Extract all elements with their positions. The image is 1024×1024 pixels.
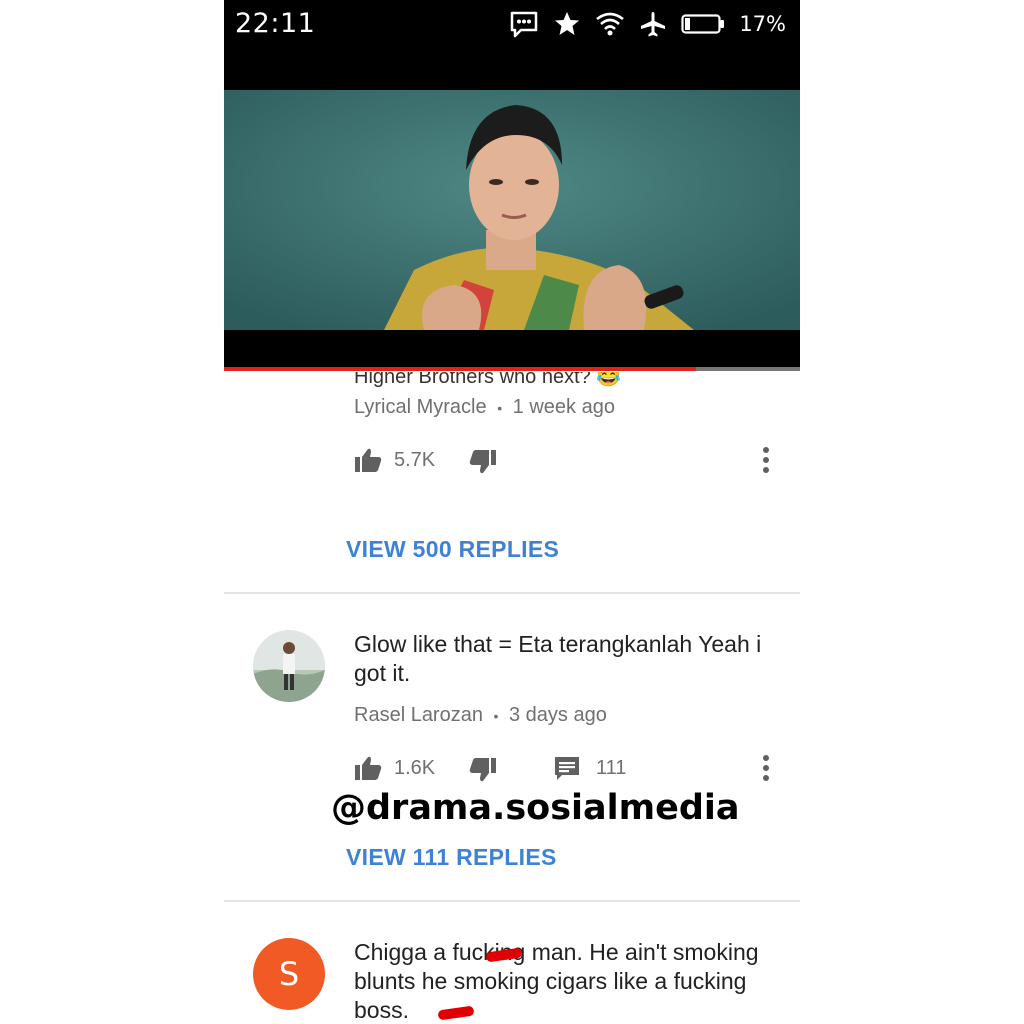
- meta-separator: •: [493, 707, 499, 724]
- more-vert-icon: [763, 447, 769, 473]
- comment-1-meta: Lyrical Myracle • 1 week ago: [354, 396, 615, 419]
- comment-2-like-count: 1.6K: [394, 756, 436, 779]
- meta-separator: •: [497, 399, 503, 416]
- wifi-icon: [596, 12, 625, 36]
- phone-screen: 22:11 17% Higher Brothers who next? 😂 Ly…: [224, 0, 800, 1024]
- comment-2-like-button[interactable]: 1.6K: [354, 755, 435, 781]
- avatar-rasel-larozan[interactable]: [253, 630, 325, 702]
- comment-2-time: 3 days ago: [509, 704, 607, 726]
- message-icon: [511, 11, 538, 38]
- comment-2-reply-count: 111: [596, 756, 627, 779]
- comment-2-text: Glow like that = Eta terangkanlah Yeah i…: [354, 631, 762, 686]
- view-replies-link-1[interactable]: VIEW 500 REPLIES: [346, 536, 559, 563]
- comment-1-time: 1 week ago: [512, 396, 615, 418]
- status-icons: 17%: [509, 10, 786, 38]
- battery-icon: [681, 14, 725, 34]
- thumbs-down-icon: [469, 758, 496, 782]
- thumbs-up-icon: [355, 448, 382, 472]
- comment-2-meta: Rasel Larozan • 3 days ago: [354, 704, 607, 727]
- view-replies-link-2[interactable]: VIEW 111 REPLIES: [346, 844, 557, 871]
- comment-1-author[interactable]: Lyrical Myracle: [354, 396, 487, 418]
- reply-comment-icon: [555, 757, 579, 780]
- comment-2-more-button[interactable]: [760, 753, 772, 788]
- star-icon: [555, 12, 580, 35]
- comment-2-reply-button[interactable]: 111: [554, 755, 626, 781]
- airplane-icon: [641, 12, 666, 37]
- comment-2-dislike-button[interactable]: [469, 757, 497, 788]
- thumbs-up-icon: [355, 756, 382, 780]
- comment-1-actions: 5.7K: [354, 447, 784, 477]
- status-bar: 22:11 17%: [224, 0, 800, 90]
- comment-2-actions: 1.6K 111: [354, 755, 784, 785]
- comment-1-like-button[interactable]: 5.7K: [354, 447, 435, 473]
- avatar-photo: [253, 630, 325, 702]
- thumbs-down-icon: [469, 450, 496, 474]
- more-vert-icon: [763, 755, 769, 781]
- clock-time: 22:11: [235, 8, 316, 39]
- watermark-handle: @drama.sosialmedia: [331, 788, 740, 828]
- comment-divider: [224, 592, 800, 594]
- comment-1-like-count: 5.7K: [394, 448, 436, 471]
- comment-1-more-button[interactable]: [760, 445, 772, 480]
- video-progress-fill: [224, 367, 697, 371]
- comment-2-author[interactable]: Rasel Larozan: [354, 704, 483, 726]
- video-frame: [224, 90, 800, 330]
- battery-percent: 17%: [739, 12, 786, 36]
- comment-1-dislike-button[interactable]: [469, 449, 497, 480]
- comment-divider: [224, 900, 800, 902]
- video-player[interactable]: [224, 90, 800, 330]
- video-bottom-bar: [224, 330, 800, 368]
- comment-3-text: Chigga a fucking man. He ain't smoking b…: [354, 939, 759, 1023]
- avatar-letter-s[interactable]: S: [253, 938, 325, 1010]
